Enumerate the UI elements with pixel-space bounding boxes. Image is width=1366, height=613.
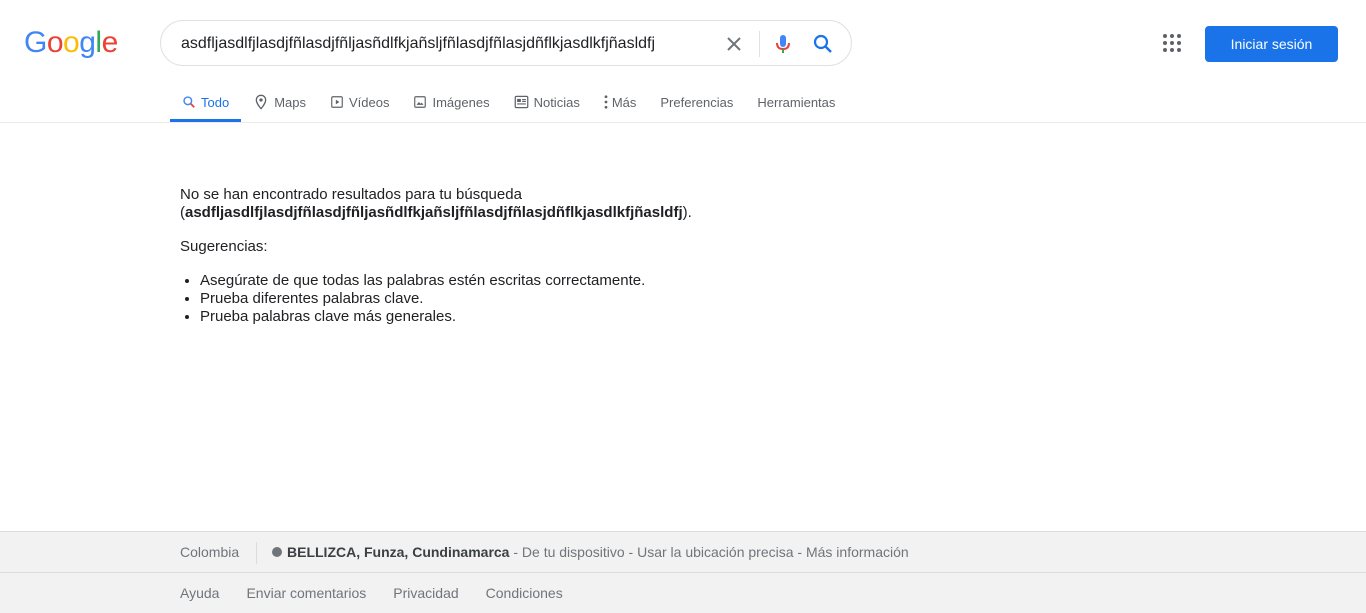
more-info-link[interactable]: Más información	[806, 544, 909, 560]
no-results-message: No se han encontrado resultados para tu …	[180, 186, 880, 326]
suggestions-title: Sugerencias:	[180, 238, 268, 255]
suggestions-list: Asegúrate de que todas las palabras esté…	[180, 272, 880, 326]
location-separator: -	[793, 544, 806, 560]
video-icon	[331, 96, 343, 108]
tab-label: Herramientas	[757, 94, 836, 110]
tab-label: Más	[611, 94, 637, 110]
search-icon	[813, 34, 832, 53]
footer-link-condiciones[interactable]: Condiciones	[486, 585, 563, 601]
tab-label: Preferencias	[660, 94, 734, 110]
no-results-prefix: No se han encontrado resultados para tu …	[180, 186, 522, 203]
location-dot-icon	[272, 547, 282, 557]
tab-imagenes[interactable]: Imágenes	[401, 82, 501, 122]
footer-link-privacidad[interactable]: Privacidad	[393, 585, 458, 601]
tab-videos[interactable]: Vídeos	[318, 82, 401, 122]
location-separator: -	[509, 544, 522, 560]
location-source-link[interactable]: De tu dispositivo	[522, 544, 625, 560]
tab-noticias[interactable]: Noticias	[502, 82, 592, 122]
logo-letter: o	[46, 26, 64, 59]
tab-label: Todo	[201, 94, 230, 110]
tab-herramientas[interactable]: Herramientas	[745, 82, 847, 122]
footer-country: Colombia	[180, 544, 240, 560]
search-icon	[183, 96, 195, 108]
tab-preferencias[interactable]: Preferencias	[648, 82, 745, 122]
suggestion-item: Prueba palabras clave más generales.	[200, 308, 880, 326]
header: Google asdfljasdlfjlasdjfñlasdjfñljasñdl…	[0, 0, 1366, 86]
footer: Colombia BELLIZCA, Funza, Cundinamarca -…	[0, 531, 1366, 613]
logo-letter: g	[79, 26, 96, 59]
search-box[interactable]: asdfljasdlfjlasdjfñlasdjfñljasñdlfkjañsl…	[160, 20, 852, 66]
tabs-divider	[0, 122, 1366, 123]
tab-label: Imágenes	[432, 94, 490, 110]
tab-label: Maps	[274, 94, 306, 110]
microphone-icon	[776, 35, 790, 53]
location-place: BELLIZCA, Funza, Cundinamarca	[287, 544, 510, 560]
footer-link-ayuda[interactable]: Ayuda	[180, 585, 219, 601]
map-pin-icon	[255, 94, 267, 110]
news-icon	[514, 95, 528, 109]
signin-button[interactable]: Iniciar sesión	[1205, 26, 1338, 62]
close-icon	[727, 37, 741, 51]
query-echo: asdfljasdlfjlasdjfñlasdjfñljasñdlfkjañsl…	[185, 204, 683, 221]
logo-letter: e	[101, 26, 119, 59]
search-button[interactable]	[811, 32, 835, 56]
suggestion-item: Prueba diferentes palabras clave.	[200, 290, 880, 308]
footer-separator	[256, 542, 257, 564]
logo-letter: G	[24, 26, 47, 59]
clear-search-button[interactable]	[721, 33, 747, 55]
image-icon	[414, 96, 427, 108]
suggestion-item: Asegúrate de que todas las palabras esté…	[200, 272, 880, 290]
footer-link-enviar-comentarios[interactable]: Enviar comentarios	[246, 585, 366, 601]
google-logo[interactable]: Google	[24, 26, 118, 60]
google-apps-button[interactable]	[1160, 31, 1184, 55]
search-divider	[759, 31, 760, 57]
search-tabs: Todo Maps Vídeos Imágenes Noticias Más P…	[170, 82, 847, 122]
tab-maps[interactable]: Maps	[241, 82, 318, 122]
tab-todo[interactable]: Todo	[170, 82, 242, 122]
logo-letter: o	[63, 26, 80, 59]
footer-location: BELLIZCA, Funza, Cundinamarca - De tu di…	[272, 544, 909, 560]
tab-mas[interactable]: Más	[592, 82, 649, 122]
location-separator: -	[624, 544, 638, 560]
no-results-text: No se han encontrado resultados para tu …	[180, 186, 880, 222]
search-input[interactable]: asdfljasdlfjlasdjfñlasdjfñljasñdlfkjañsl…	[181, 33, 655, 55]
more-vert-icon	[604, 95, 608, 109]
tab-label: Noticias	[533, 94, 580, 110]
footer-location-row: Colombia BELLIZCA, Funza, Cundinamarca -…	[0, 532, 1366, 573]
use-precise-location-link[interactable]: Usar la ubicación precisa	[637, 544, 793, 560]
close-paren: ).	[682, 204, 692, 221]
apps-grid-icon	[1163, 34, 1181, 52]
voice-search-button[interactable]	[771, 32, 795, 56]
footer-links: Ayuda Enviar comentarios Privacidad Cond…	[180, 585, 590, 601]
tab-label: Vídeos	[349, 94, 390, 110]
